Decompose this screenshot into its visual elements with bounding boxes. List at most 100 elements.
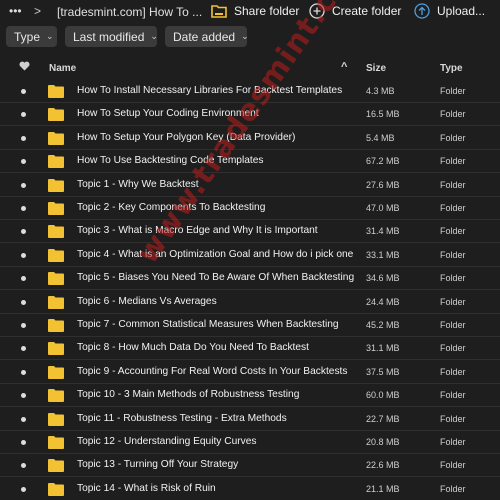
row-size: 22.7 MB [366,413,400,424]
table-row[interactable]: Topic 2 - Key Components To Backtesting 4… [0,197,500,220]
type-filter[interactable]: Type ⌄ [6,26,57,47]
upload-button[interactable]: Upload... [414,1,485,21]
folder-icon [48,202,64,215]
row-size: 24.4 MB [366,296,400,307]
table-row[interactable]: Topic 9 - Accounting For Real Word Costs… [0,361,500,384]
row-name[interactable]: Topic 8 - How Much Data Do You Need To B… [77,342,357,353]
row-type: Folder [440,203,466,213]
row-name[interactable]: How To Install Necessary Libraries For B… [77,85,357,96]
row-size: 21.1 MB [366,483,400,494]
folder-icon [48,319,64,332]
row-size: 45.2 MB [366,320,400,330]
row-name[interactable]: Topic 10 - 3 Main Methods of Robustness … [77,389,357,400]
row-name[interactable]: Topic 13 - Turning Off Your Strategy [77,459,357,470]
row-name[interactable]: Topic 12 - Understanding Equity Curves [77,436,357,447]
table-row[interactable]: Topic 8 - How Much Data Do You Need To B… [0,337,500,361]
last-modified-filter[interactable]: Last modified ⌄ [65,26,158,47]
table-row[interactable]: Topic 4 - What is an Optimization Goal a… [0,244,500,267]
chevron-down-icon: ⌄ [150,31,158,41]
row-type: Folder [440,132,466,143]
table-row[interactable]: How To Use Backtesting Code Templates 67.… [0,150,500,174]
filter-bar: Type ⌄ Last modified ⌄ Date added ⌄ [0,26,500,48]
row-name[interactable]: Topic 14 - What is Risk of Ruin [77,483,357,494]
favorite-dot-icon[interactable] [21,299,26,305]
date-added-filter-label: Date added [173,29,236,44]
table-row[interactable]: Topic 3 - What is Macro Edge and Why It … [0,220,500,244]
row-name[interactable]: Topic 4 - What is an Optimization Goal a… [77,249,357,260]
favorite-dot-icon[interactable] [21,369,26,375]
row-size: 20.8 MB [366,437,400,447]
row-type: Folder [440,249,466,260]
row-size: 37.5 MB [366,366,400,377]
favorite-dot-icon[interactable] [21,416,26,422]
favorite-dot-icon[interactable] [21,89,26,94]
favorite-dot-icon[interactable] [21,182,26,188]
folder-icon [48,295,64,309]
folder-icon [48,365,64,379]
table-row[interactable]: Topic 7 - Common Statistical Measures Wh… [0,314,500,337]
row-name[interactable]: Topic 5 - Biases You Need To Be Aware Of… [77,272,357,283]
more-options-icon[interactable]: ••• [9,4,22,18]
row-type: Folder [440,156,466,167]
row-type: Folder [440,320,466,330]
table-row[interactable]: Topic 10 - 3 Main Methods of Robustness … [0,384,500,408]
column-header: Name ^ Size Type [0,58,500,78]
favorite-dot-icon[interactable] [21,486,26,492]
row-name[interactable]: Topic 2 - Key Components To Backtesting [77,202,357,213]
row-name[interactable]: Topic 6 - Medians Vs Averages [77,296,357,307]
type-filter-label: Type [14,29,41,44]
size-column-header[interactable]: Size [366,63,386,74]
table-row[interactable]: Topic 1 - Why We Backtest 27.6 MB Folder [0,174,500,197]
sort-ascending-icon[interactable]: ^ [341,61,347,73]
table-row[interactable]: Topic 13 - Turning Off Your Strategy 22.6… [0,454,500,478]
row-name[interactable]: Topic 7 - Common Statistical Measures Wh… [77,319,357,330]
row-type: Folder [440,390,466,401]
row-type: Folder [440,483,466,494]
row-name[interactable]: Topic 9 - Accounting For Real Word Costs… [77,366,357,377]
row-size: 16.5 MB [366,109,400,120]
row-size: 33.1 MB [366,249,400,260]
row-size: 27.6 MB [366,179,400,190]
heart-icon[interactable] [19,61,30,74]
row-name[interactable]: Topic 11 - Robustness Testing - Extra Me… [77,413,357,424]
table-row[interactable]: Topic 12 - Understanding Equity Curves 20… [0,431,500,454]
folder-icon [48,459,64,473]
row-size: 31.4 MB [366,226,400,237]
table-row[interactable]: Topic 14 - What is Risk of Ruin 21.1 MB Fo… [0,478,500,500]
favorite-dot-icon[interactable] [21,276,26,282]
type-column-header[interactable]: Type [440,63,463,74]
table-row[interactable]: Topic 5 - Biases You Need To Be Aware Of… [0,267,500,291]
chevron-down-icon: ⌄ [241,31,249,41]
last-modified-filter-label: Last modified [73,29,145,44]
favorite-dot-icon[interactable] [21,229,26,235]
row-size: 4.3 MB [366,86,395,96]
upload-label: Upload... [437,4,486,18]
favorite-dot-icon[interactable] [21,135,26,141]
table-row[interactable]: Topic 11 - Robustness Testing - Extra Me… [0,408,500,431]
favorite-dot-icon[interactable] [21,323,26,328]
date-added-filter[interactable]: Date added ⌄ [165,26,249,47]
share-folder-button[interactable]: Share folder [211,1,299,21]
table-row[interactable]: Topic 6 - Medians Vs Averages 24.4 MB Fold… [0,291,500,314]
row-type: Folder [440,179,466,190]
breadcrumb[interactable]: [tradesmint.com] How To ... [57,5,202,19]
row-name[interactable]: How To Setup Your Coding Environment [77,108,357,119]
name-column-header[interactable]: Name [49,63,76,74]
row-type: Folder [440,226,466,237]
favorite-dot-icon[interactable] [21,393,26,399]
favorite-dot-icon[interactable] [21,159,26,165]
row-name[interactable]: Topic 3 - What is Macro Edge and Why It … [77,225,357,236]
share-folder-label: Share folder [234,4,300,18]
folder-icon [48,178,64,192]
folder-icon [48,248,64,262]
folder-icon [48,412,64,426]
favorite-dot-icon[interactable] [21,252,26,258]
favorite-dot-icon[interactable] [21,206,26,211]
favorite-dot-icon[interactable] [21,440,26,445]
row-size: 60.0 MB [366,390,400,401]
favorite-dot-icon[interactable] [21,463,26,469]
upload-icon [414,3,430,19]
folder-icon [48,85,64,98]
favorite-dot-icon[interactable] [21,112,26,118]
favorite-dot-icon[interactable] [21,346,26,352]
